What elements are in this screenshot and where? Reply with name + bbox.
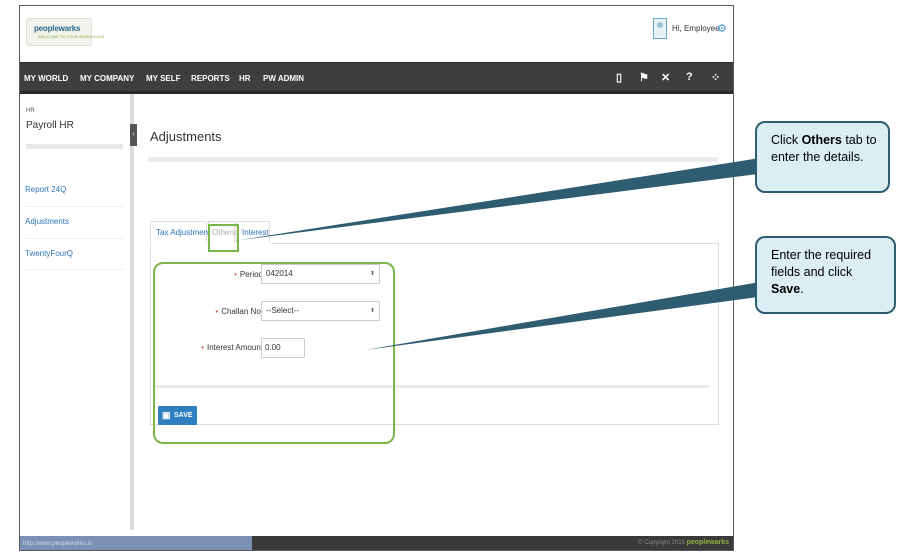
sidebar-title: Payroll HR <box>26 120 74 131</box>
sidebar-separator <box>25 206 123 207</box>
sidebar-item-adjustments[interactable]: Adjustments <box>25 217 69 226</box>
sidebar-separator <box>25 238 123 239</box>
help-icon[interactable]: ? <box>686 71 693 83</box>
tab-interest[interactable]: Interest <box>236 221 270 243</box>
sidebar-section-label: HR <box>26 108 35 114</box>
others-tab-highlight <box>208 224 239 252</box>
nav-pw-admin[interactable]: PW ADMIN <box>263 74 304 83</box>
page-title: Adjustments <box>150 129 222 144</box>
sidebar: HR Payroll HR Report 24Q Adjustments Twe… <box>20 94 134 530</box>
user-avatar[interactable] <box>653 18 667 39</box>
sidebar-separator <box>25 269 123 270</box>
nav-reports[interactable]: REPORTS <box>191 74 230 83</box>
form-highlight-box <box>153 262 395 444</box>
others-tab-callout: Click Others tab to enter the details. <box>755 121 890 193</box>
user-greeting[interactable]: Hi, Employee <box>672 24 720 33</box>
top-header: peoplewarks WELCOME TO YOUR WORKPLACE Hi… <box>20 6 733 62</box>
footer-bar: http://www.peopleworks.in © Copyright 20… <box>20 536 733 550</box>
book-icon[interactable]: ▯ <box>616 71 622 84</box>
nav-my-world[interactable]: MY WORLD <box>24 74 68 83</box>
status-url: http://www.peopleworks.in <box>20 536 252 550</box>
sidebar-item-report-24q[interactable]: Report 24Q <box>25 185 66 194</box>
nav-my-self[interactable]: MY SELF <box>146 74 181 83</box>
main-nav: MY WORLD MY COMPANY MY SELF REPORTS HR P… <box>20 62 733 94</box>
logo-text: peoplewarks <box>34 24 81 33</box>
sidebar-divider <box>26 144 123 149</box>
peopleworks-logo[interactable]: peoplewarks WELCOME TO YOUR WORKPLACE <box>26 18 104 46</box>
sidebar-item-twentyfourq[interactable]: TwentyFourQ <box>25 249 73 258</box>
copyright-text: © Copyright 2015 peoplewarks <box>638 539 729 546</box>
save-instruction-callout: Enter the required fields and click Save… <box>755 236 896 314</box>
pin-icon[interactable]: ⚑ <box>639 71 649 84</box>
logo-tagline: WELCOME TO YOUR WORKPLACE <box>38 34 105 39</box>
sidebar-collapse-toggle[interactable]: ‹ <box>130 124 137 146</box>
share-icon[interactable]: ⁘ <box>711 71 720 84</box>
tab-tax-adjustment[interactable]: Tax Adjustment <box>150 221 210 243</box>
tools-icon[interactable]: ✕ <box>661 71 670 84</box>
nav-hr[interactable]: HR <box>239 74 251 83</box>
title-underline <box>148 157 718 162</box>
gear-icon[interactable]: ⚙ <box>717 22 727 35</box>
nav-my-company[interactable]: MY COMPANY <box>80 74 134 83</box>
